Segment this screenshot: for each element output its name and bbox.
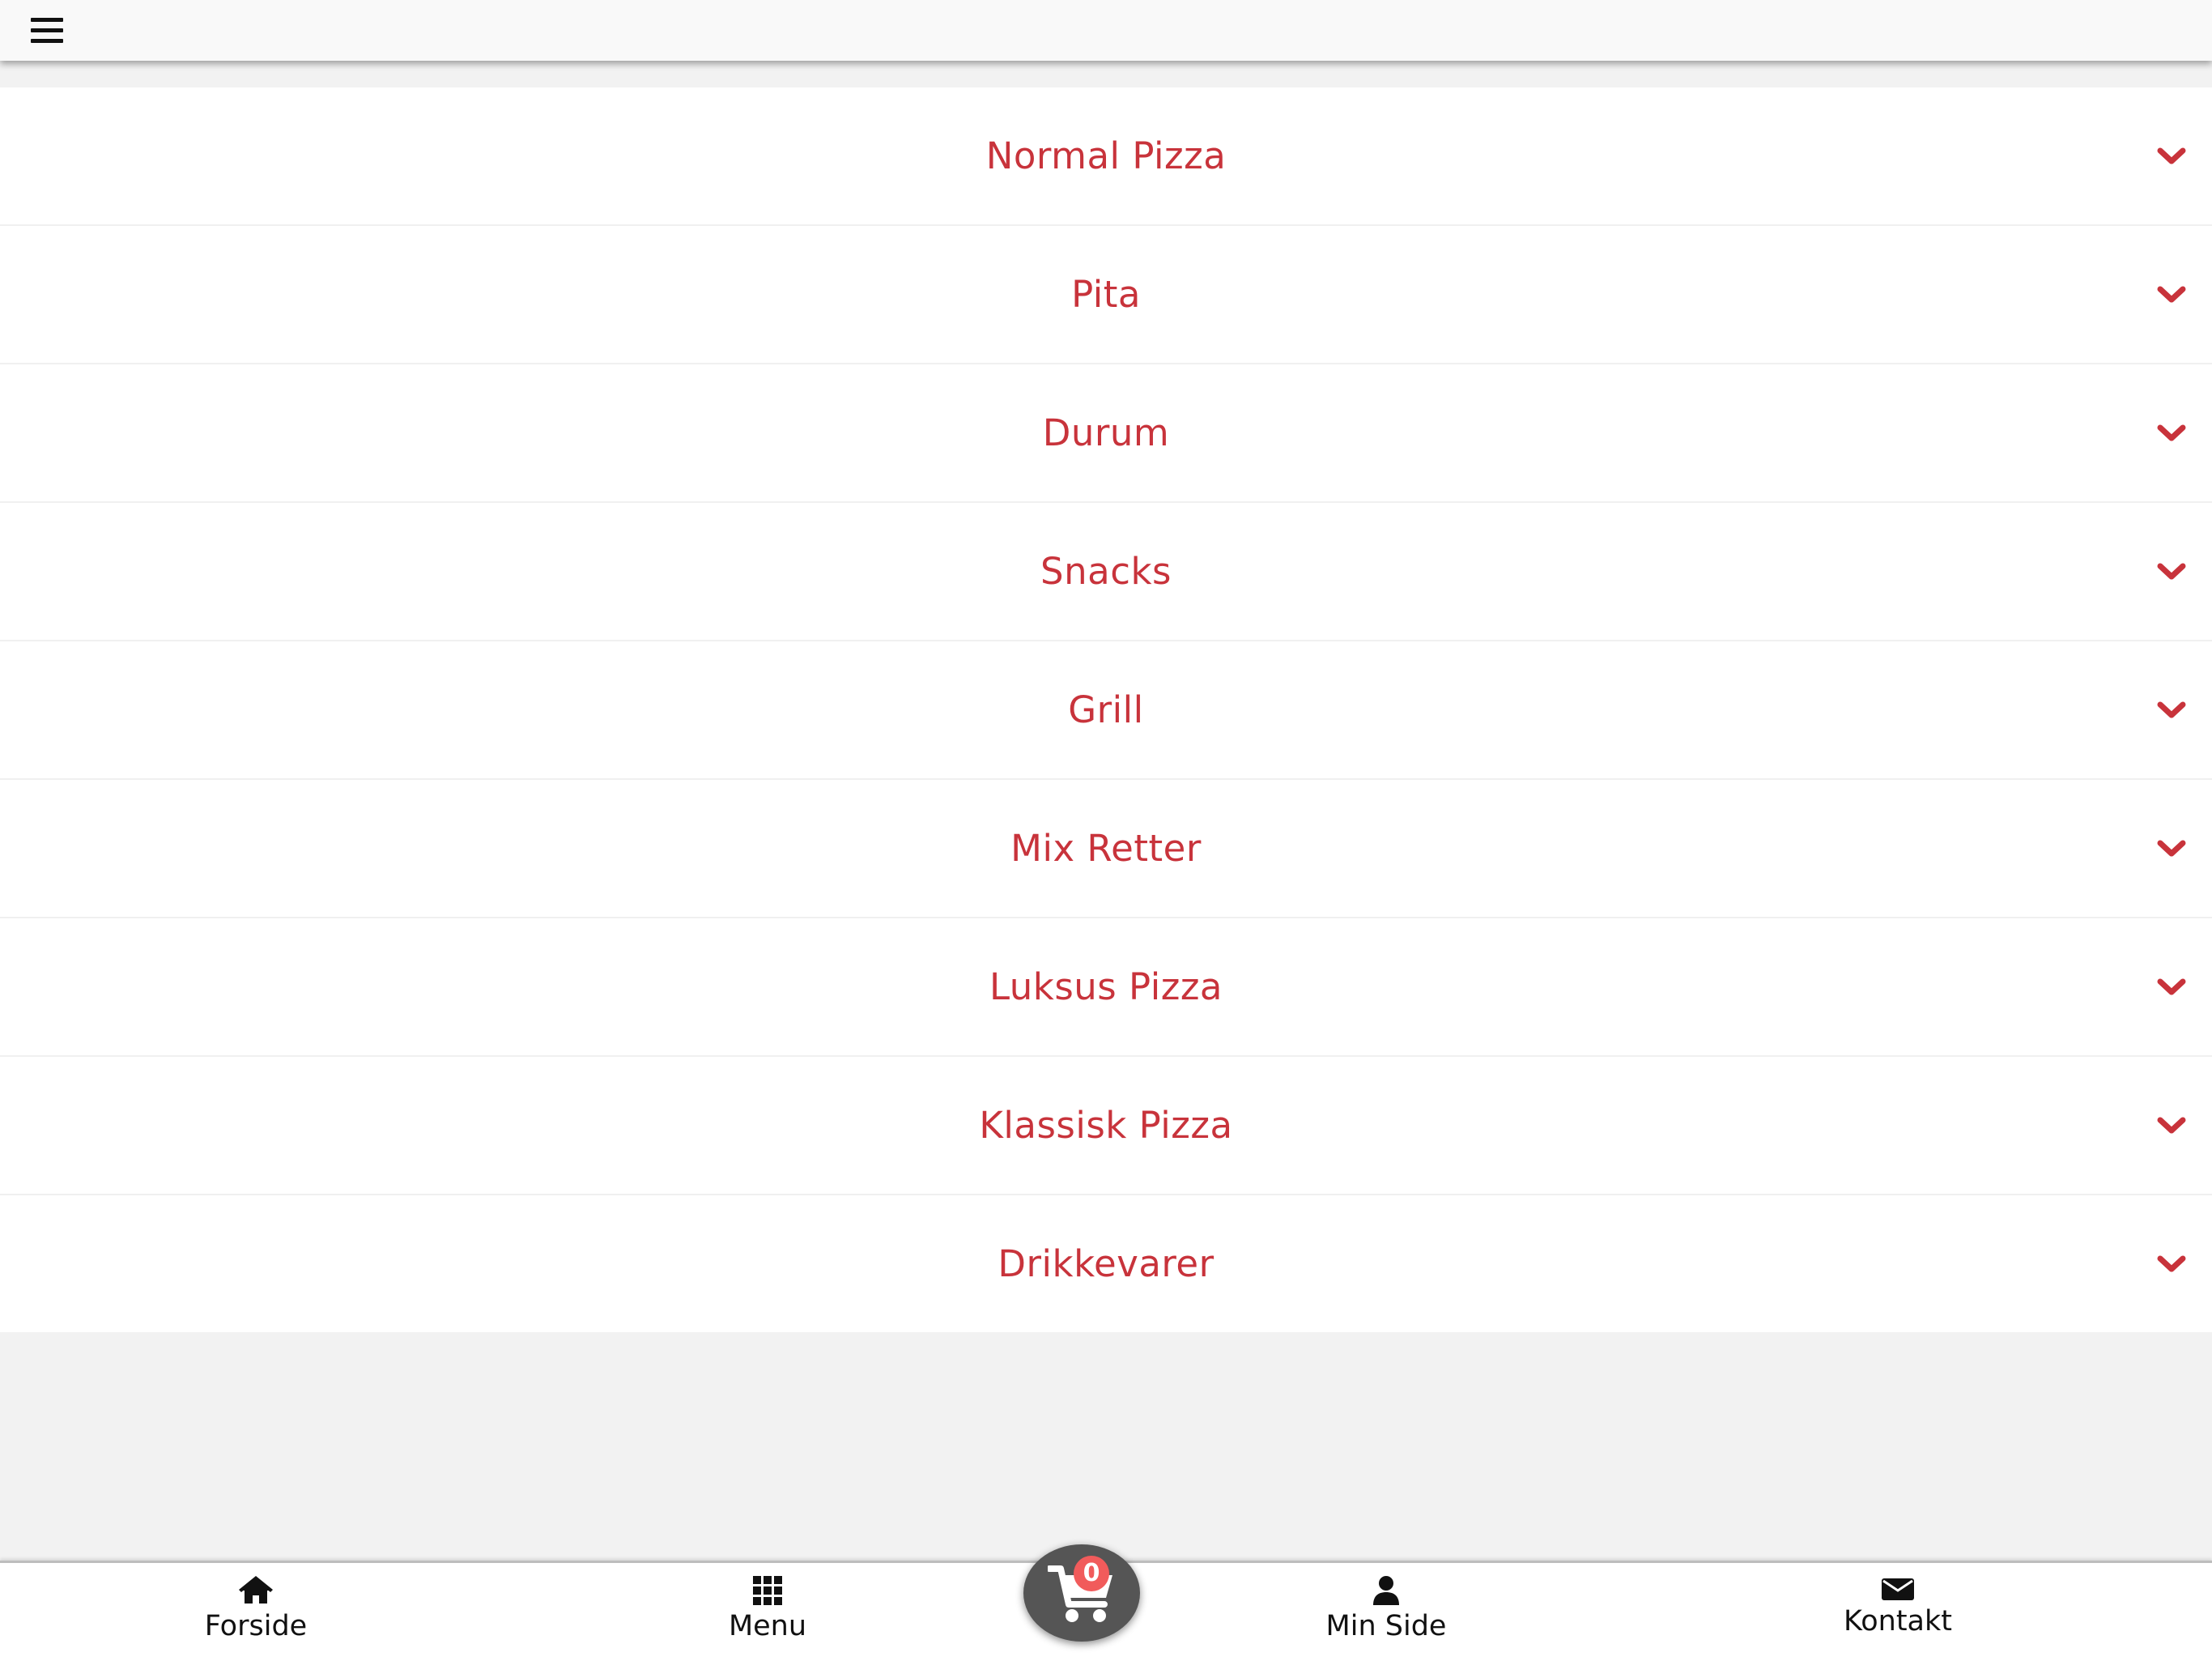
category-item-klassisk-pizza[interactable]: Klassisk Pizza (0, 1057, 2212, 1195)
envelope-icon (1882, 1578, 1914, 1600)
category-item-grill[interactable]: Grill (0, 641, 2212, 780)
nav-menu[interactable]: Menu (662, 1576, 873, 1642)
category-label: Klassisk Pizza (979, 1104, 1233, 1147)
top-bar (0, 0, 2212, 61)
nav-profile[interactable]: Min Side (1281, 1576, 1491, 1642)
category-label: Durum (1042, 411, 1170, 454)
category-label: Snacks (1040, 550, 1172, 593)
nav-contact-label: Kontakt (1844, 1605, 1952, 1638)
nav-home-label: Forside (204, 1610, 308, 1642)
chevron-down-icon (2157, 563, 2186, 579)
chevron-down-icon (2157, 840, 2186, 856)
grid-icon (753, 1576, 782, 1605)
category-item-durum[interactable]: Durum (0, 364, 2212, 503)
category-item-normal-pizza[interactable]: Normal Pizza (0, 87, 2212, 226)
nav-home[interactable]: Forside (151, 1576, 361, 1642)
category-item-luksus-pizza[interactable]: Luksus Pizza (0, 918, 2212, 1057)
nav-profile-label: Min Side (1325, 1610, 1447, 1642)
category-label: Normal Pizza (985, 134, 1227, 177)
cart-button[interactable]: 0 (1023, 1544, 1140, 1642)
category-item-pita[interactable]: Pita (0, 226, 2212, 364)
nav-menu-label: Menu (728, 1610, 807, 1642)
user-icon (1373, 1576, 1399, 1605)
category-item-snacks[interactable]: Snacks (0, 503, 2212, 641)
nav-contact[interactable]: Kontakt (1793, 1576, 2003, 1638)
chevron-down-icon (2157, 1255, 2186, 1271)
category-item-drikkevarer[interactable]: Drikkevarer (0, 1195, 2212, 1332)
cart-count-badge: 0 (1074, 1556, 1109, 1591)
home-icon (239, 1576, 273, 1604)
chevron-down-icon (2157, 1117, 2186, 1133)
chevron-down-icon (2157, 424, 2186, 441)
category-label: Grill (1068, 688, 1144, 731)
category-item-mix-retter[interactable]: Mix Retter (0, 780, 2212, 918)
category-label: Pita (1071, 273, 1141, 316)
category-list: Normal Pizza Pita Durum Snacks Grill Mix… (0, 87, 2212, 1332)
chevron-down-icon (2157, 978, 2186, 994)
chevron-down-icon (2157, 701, 2186, 718)
category-label: Drikkevarer (998, 1242, 1214, 1285)
chevron-down-icon (2157, 286, 2186, 302)
hamburger-icon[interactable] (31, 18, 63, 45)
category-label: Mix Retter (1010, 827, 1202, 870)
chevron-down-icon (2157, 147, 2186, 164)
category-label: Luksus Pizza (989, 965, 1223, 1008)
